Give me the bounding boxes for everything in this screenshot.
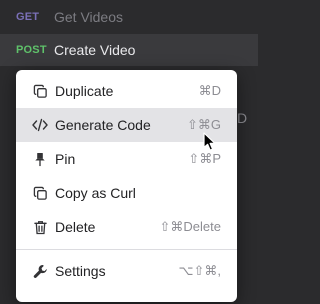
background-partial-text: D xyxy=(237,110,248,126)
menu-item-duplicate[interactable]: Duplicate ⌘D xyxy=(16,74,237,108)
duplicate-icon xyxy=(32,83,48,99)
menu-divider xyxy=(16,249,237,250)
menu-item-shortcut: ⇧⌘Delete xyxy=(159,219,221,234)
menu-item-shortcut: ⇧⌘P xyxy=(188,151,221,166)
request-item-get-videos[interactable]: GET Get Videos xyxy=(0,1,258,33)
menu-item-shortcut: ⌥⇧⌘, xyxy=(178,263,222,278)
menu-item-delete[interactable]: Delete ⇧⌘Delete xyxy=(16,210,237,244)
menu-item-shortcut: ⇧⌘G xyxy=(186,117,221,132)
pin-icon xyxy=(32,151,48,167)
menu-item-copy-as-curl[interactable]: Copy as Curl xyxy=(16,176,237,210)
menu-item-label: Generate Code xyxy=(55,117,151,133)
request-name: Create Video xyxy=(54,42,136,58)
menu-item-label: Delete xyxy=(55,219,96,235)
menu-item-label: Settings xyxy=(55,263,106,279)
menu-item-label: Copy as Curl xyxy=(55,185,136,201)
code-icon xyxy=(32,117,48,133)
context-menu: Duplicate ⌘D Generate Code ⇧⌘G Pin ⇧⌘P C… xyxy=(16,70,237,302)
request-item-create-video[interactable]: POST Create Video xyxy=(0,34,258,66)
mouse-pointer-icon xyxy=(203,132,216,151)
menu-item-shortcut: ⌘D xyxy=(198,83,221,98)
method-badge: POST xyxy=(16,44,47,56)
request-name: Get Videos xyxy=(54,9,124,25)
method-badge: GET xyxy=(16,11,40,23)
trash-icon xyxy=(32,219,48,235)
menu-item-settings[interactable]: Settings ⌥⇧⌘, xyxy=(16,254,237,288)
menu-item-label: Duplicate xyxy=(55,83,114,99)
menu-item-label: Pin xyxy=(55,151,76,167)
wrench-icon xyxy=(32,263,48,279)
copy-icon xyxy=(32,185,48,201)
